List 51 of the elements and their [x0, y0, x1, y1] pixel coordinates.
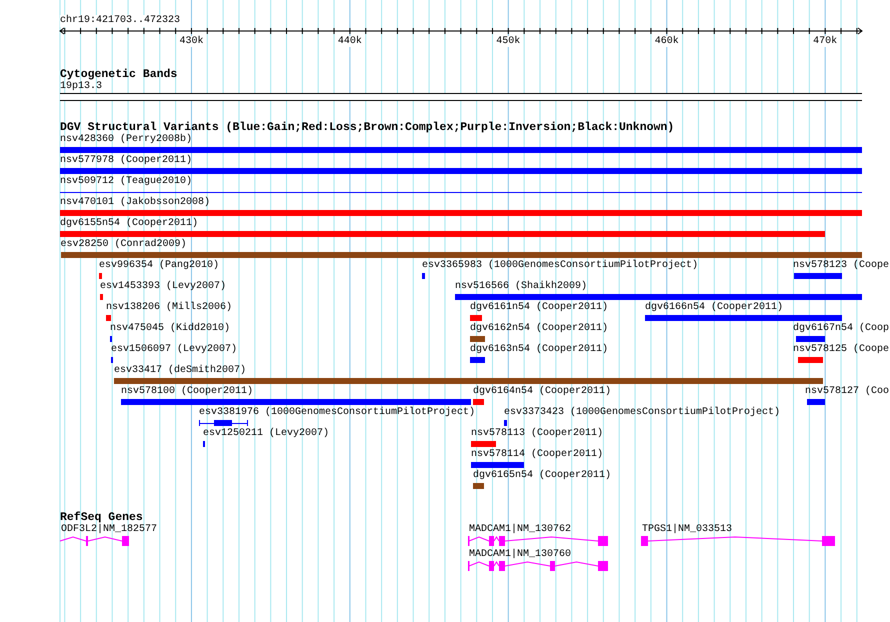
position-label: chr19:421703..472323 [60, 15, 180, 27]
variant-label: esv3373423 (1000GenomesConsortiumPilotProject) [504, 407, 780, 419]
variant-label: esv33417 (deSmith2007) [114, 365, 246, 377]
variant-label: dgv6163n54 (Cooper2011) [470, 344, 608, 356]
gene-label: ODF3L2|NM_182577 [61, 524, 158, 536]
variant-label: esv1453393 (Levy2007) [100, 281, 226, 293]
variant-label: nsv475045 (Kidd2010) [110, 323, 230, 335]
variant-label: esv1250211 (Levy2007) [203, 428, 330, 440]
variant-bar[interactable] [199, 420, 248, 426]
variant-label: esv28250 (Conrad2009) [60, 239, 187, 251]
tick-label: 460k [654, 36, 679, 47]
cytoband[interactable] [60, 93, 862, 101]
gene-label: TPGS1|NM_033513 [642, 524, 732, 536]
variant-label: dgv6164n54 (Cooper2011) [473, 386, 612, 398]
variant-label: nsv578127 (Coo [805, 386, 890, 398]
variant-label: nsv138206 (Mills2006) [106, 302, 232, 314]
variant-label: nsv516566 (Shaikh2009) [455, 281, 588, 293]
gene-model[interactable] [468, 561, 608, 571]
track-title: RefSeq Genes [60, 511, 143, 524]
variant-label: nsv578123 (Coope [793, 260, 890, 272]
variant-label: dgv6165n54 (Cooper2011) [473, 470, 612, 482]
track-title: Cytogenetic Bands [60, 68, 178, 81]
variant-label: esv996354 (Pang2010) [99, 260, 220, 272]
variant-label: nsv578125 (Coope [793, 344, 890, 356]
variant-label: dgv6166n54 (Cooper2011) [645, 302, 784, 314]
gene-label: MADCAM1|NM_130760 [469, 549, 572, 561]
variant-label: nsv509712 (Teague2010) [60, 176, 192, 188]
gene-model[interactable] [468, 536, 608, 546]
variant-line[interactable] [60, 192, 862, 193]
variant-label: nsv578100 (Cooper2011) [121, 386, 254, 398]
variant-label: nsv577978 (Cooper2011) [60, 155, 192, 167]
variant-label: nsv578113 (Cooper2011) [471, 428, 604, 440]
variant-label: nsv470101 (Jakobsson2008) [60, 197, 210, 209]
variant-label: esv3365983 (1000GenomesConsortiumPilotProject) [422, 260, 698, 272]
track-title: DGV Structural Variants (Blue:Gain;Red:Loss;Brown:Complex;Purple:Inversion;Black:Unknown) [60, 121, 674, 134]
variant-label: dgv6167n54 (Coop [793, 323, 890, 335]
variant-label: dgv6162n54 (Cooper2011) [470, 323, 608, 335]
gene-model[interactable] [641, 536, 835, 546]
variant-label: nsv428360 (Perry2008b) [60, 134, 192, 146]
variant-label: dgv6161n54 (Cooper2011) [470, 302, 608, 314]
tick-label: 450k [496, 36, 520, 47]
band-label: 19p13.3 [60, 81, 102, 93]
variant-label: nsv578114 (Cooper2011) [471, 449, 604, 461]
tick-label: 430k [179, 36, 204, 47]
tick-label: 440k [338, 36, 362, 47]
variant-label: dgv6155n54 (Cooper2011) [60, 218, 198, 230]
variant-label: esv3381976 (1000GenomesConsortiumPilotProject) [199, 407, 476, 419]
gene-label: MADCAM1|NM_130762 [469, 524, 572, 536]
gene-model[interactable] [60, 536, 129, 546]
tick-label: 470k [813, 36, 838, 47]
variant-label: esv1506097 (Levy2007) [111, 344, 238, 356]
